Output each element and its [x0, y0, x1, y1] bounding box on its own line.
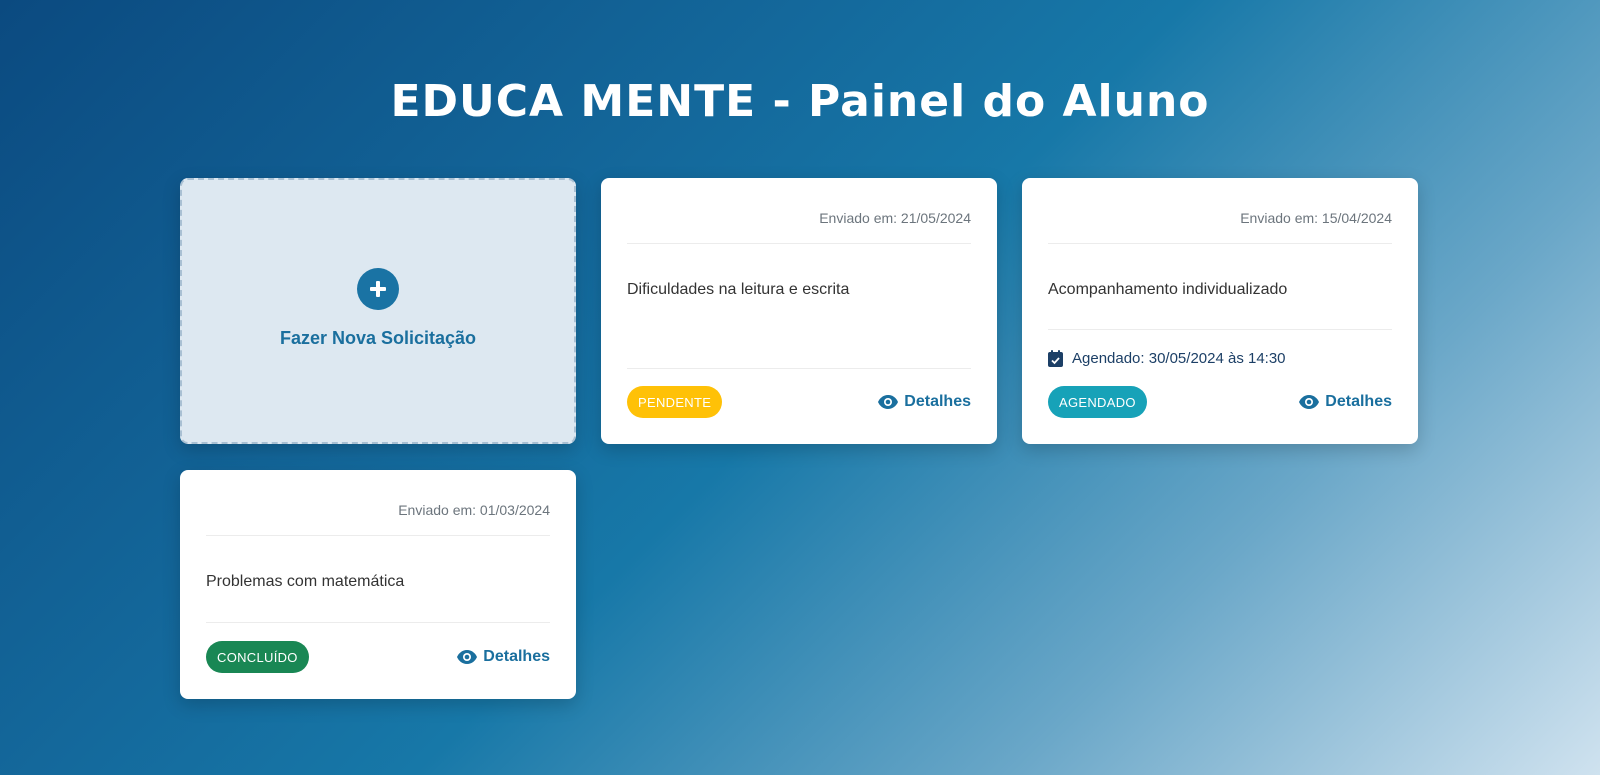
- schedule-info: Agendado: 30/05/2024 às 14:30: [1048, 350, 1286, 367]
- divider: [206, 622, 550, 623]
- request-date: Enviado em: 15/04/2024: [1048, 178, 1392, 244]
- status-badge: PENDENTE: [627, 386, 723, 418]
- card-footer: AGENDADO Detalhes: [1048, 386, 1392, 418]
- request-subject: Acompanhamento individualizado: [1048, 281, 1288, 298]
- details-link[interactable]: Detalhes: [1299, 393, 1392, 411]
- card-footer: CONCLUÍDO Detalhes: [206, 641, 550, 673]
- new-request-label: Fazer Nova Solicitação: [279, 327, 477, 348]
- details-label: Detalhes: [1325, 393, 1392, 410]
- page-title: EDUCA MENTE - Painel do Aluno: [390, 76, 1210, 127]
- new-request-card[interactable]: Fazer Nova Solicitação: [180, 178, 576, 444]
- status-badge: AGENDADO: [1048, 386, 1147, 418]
- status-badge: CONCLUÍDO: [206, 641, 309, 673]
- request-subject: Dificuldades na leitura e escrita: [627, 281, 850, 298]
- details-label: Detalhes: [904, 393, 971, 410]
- request-subject: Problemas com matemática: [206, 573, 405, 590]
- details-link[interactable]: Detalhes: [457, 648, 550, 666]
- request-card: Enviado em: 15/04/2024 Acompanhamento in…: [1022, 178, 1418, 444]
- divider: [627, 368, 971, 369]
- request-date: Enviado em: 21/05/2024: [627, 178, 971, 244]
- details-link[interactable]: Detalhes: [878, 393, 971, 411]
- eye-icon: [878, 395, 899, 409]
- request-card: Enviado em: 21/05/2024 Dificuldades na l…: [601, 178, 997, 444]
- details-label: Detalhes: [483, 648, 550, 665]
- eye-icon: [1299, 395, 1320, 409]
- request-card: Enviado em: 01/03/2024 Problemas com mat…: [180, 470, 576, 699]
- divider: [1048, 329, 1392, 330]
- plus-icon: [357, 267, 399, 310]
- schedule-text: Agendado: 30/05/2024 às 14:30: [1072, 350, 1286, 367]
- eye-icon: [457, 650, 478, 664]
- card-footer: PENDENTE Detalhes: [627, 386, 971, 418]
- request-date: Enviado em: 01/03/2024: [206, 470, 550, 536]
- calendar-check-icon: [1048, 350, 1063, 367]
